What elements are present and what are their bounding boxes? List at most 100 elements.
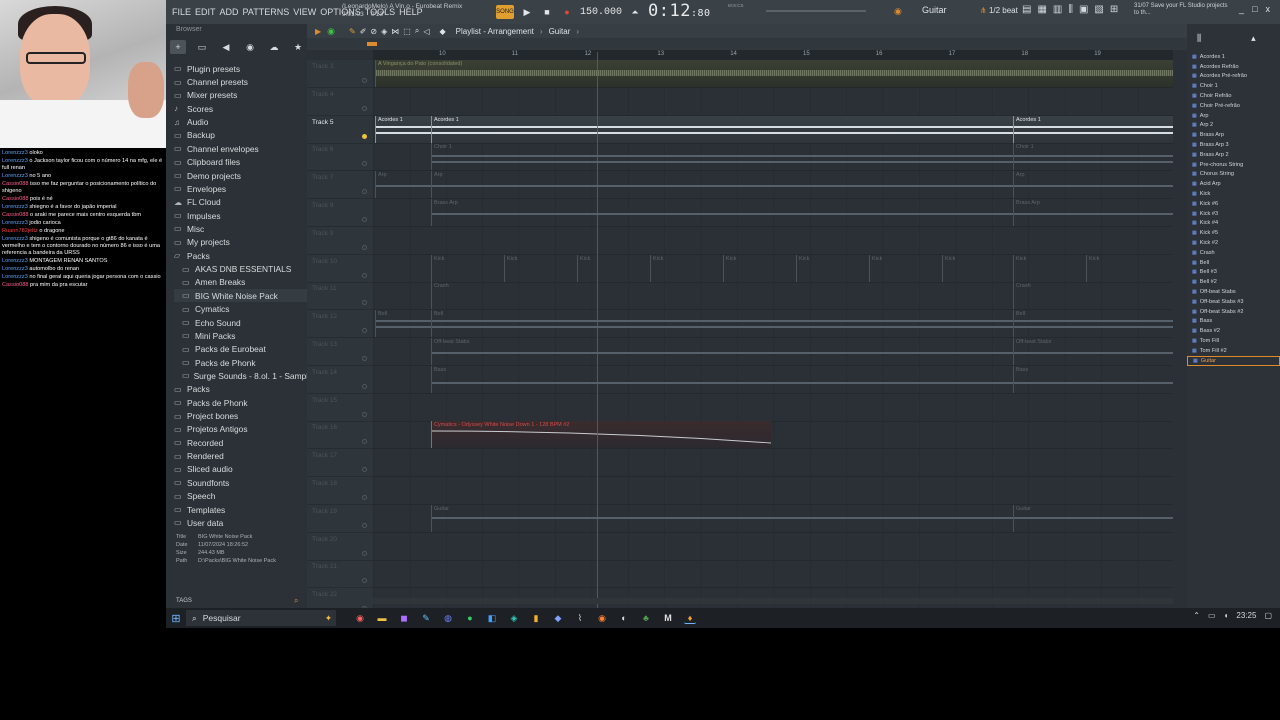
- track-header[interactable]: Track 13: [307, 338, 373, 366]
- clock[interactable]: 23:25: [1236, 611, 1256, 620]
- browser-back-icon[interactable]: ◀: [218, 40, 234, 54]
- chevron-up-icon[interactable]: ⌃: [1193, 611, 1200, 620]
- menu-edit[interactable]: EDIT: [193, 7, 218, 17]
- playlist-clip[interactable]: Kick: [431, 254, 504, 282]
- paint-tool-icon[interactable]: ✐: [360, 27, 367, 36]
- playlist-scrollbar-top[interactable]: [307, 38, 1187, 50]
- track-lane[interactable]: [373, 449, 1173, 478]
- close-icon[interactable]: x: [1266, 4, 1271, 14]
- picker-item[interactable]: ▦ Choir 1: [1187, 81, 1280, 91]
- picker-item[interactable]: ▦ Kick #3: [1187, 209, 1280, 219]
- playlist-clip[interactable]: Kick: [504, 254, 577, 282]
- track-mute-led-icon[interactable]: [362, 495, 367, 500]
- picker-item[interactable]: ▦ Bell #3: [1187, 268, 1280, 278]
- menu-view[interactable]: VIEW: [291, 7, 318, 17]
- menu-patterns[interactable]: PATTERNS: [241, 7, 292, 17]
- track-lane[interactable]: [373, 87, 1173, 116]
- playlist-clip[interactable]: Cymatics - Odyssey White Noise Down 1 - …: [431, 421, 771, 449]
- track-mute-led-icon[interactable]: [362, 244, 367, 250]
- select-tool-icon[interactable]: ⬚: [403, 27, 411, 36]
- playlist-clip[interactable]: Guitar: [1013, 504, 1173, 532]
- playlist-clip[interactable]: Off-beat Stabs: [431, 338, 1013, 365]
- playlist-clip[interactable]: A Vingança do Pato (consolidated): [375, 60, 1173, 87]
- browser-item[interactable]: ▭ Sliced audio: [174, 463, 307, 476]
- channel-rack-icon[interactable]: ▥: [1053, 4, 1062, 15]
- track-mute-led-icon[interactable]: [362, 78, 367, 83]
- picker-mode-icon[interactable]: ⫼: [1197, 33, 1201, 44]
- track-mute-led-icon[interactable]: [362, 189, 367, 195]
- browser-item[interactable]: ▭ Mixer presets: [174, 89, 307, 102]
- track-header[interactable]: Track 8: [307, 199, 373, 227]
- track-mute-led-icon[interactable]: [362, 356, 367, 361]
- timeline-ruler[interactable]: 10 11 12 13 14 15 16 17 18 19: [373, 50, 1173, 60]
- news-hint[interactable]: 31/07 Save your FL Studio projects to th…: [1134, 3, 1230, 17]
- browser-item[interactable]: ▭ Mini Packs: [174, 329, 307, 342]
- browser-icon[interactable]: ▧: [1094, 4, 1103, 15]
- playlist-clip[interactable]: Arp: [1013, 171, 1173, 199]
- picker-item[interactable]: ▦ Chorus String: [1187, 170, 1280, 180]
- taskbar-search-box[interactable]: ⌕ Pesquisar ✦: [186, 610, 336, 626]
- track-header[interactable]: Track 3: [307, 60, 373, 88]
- master-volume-bar[interactable]: [766, 10, 866, 12]
- app-m-icon[interactable]: M: [662, 612, 674, 624]
- obs-app-icon[interactable]: ◼: [398, 612, 410, 624]
- playlist-clip[interactable]: Bass: [1013, 365, 1173, 393]
- picker-item[interactable]: ▦ Crash: [1187, 248, 1280, 258]
- picker-item[interactable]: ▦ Pre-chorus String: [1187, 160, 1280, 170]
- network-icon[interactable]: ▭: [1208, 611, 1216, 620]
- browser-all-button[interactable]: +: [170, 40, 186, 54]
- play-pattern-icon[interactable]: ▶: [315, 27, 321, 36]
- track-mute-led-icon[interactable]: [362, 217, 367, 222]
- picker-item[interactable]: ▦ Off-beat Stabs: [1187, 287, 1280, 297]
- browser-item[interactable]: ▭ Surge Sounds - 8.ol. 1 - Samples: [174, 369, 307, 382]
- picker-item[interactable]: ▦ Bass #2: [1187, 326, 1280, 336]
- playlist-clip[interactable]: Crash: [431, 282, 1013, 310]
- pattern-song-toggle[interactable]: SONG: [496, 5, 514, 19]
- mixer-icon[interactable]: ⫼: [1068, 4, 1073, 15]
- playlist-clip[interactable]: Brass Arp: [431, 199, 1013, 226]
- browser-item[interactable]: ▭ Soundfonts: [174, 476, 307, 489]
- time-marker[interactable]: [367, 42, 377, 46]
- channel-selector[interactable]: Guitar: [922, 5, 947, 15]
- draw-tool-icon[interactable]: ✎: [349, 27, 356, 36]
- playlist-clip[interactable]: Brass Arp: [1013, 199, 1173, 226]
- browser-item[interactable]: ▭ Impulses: [174, 209, 307, 222]
- time-display[interactable]: 0:12:80: [648, 1, 711, 21]
- playlist-clip[interactable]: Kick: [942, 254, 1015, 282]
- picker-item[interactable]: ▦ Guitar: [1187, 355, 1280, 366]
- picker-item[interactable]: ▦ Acordes 1: [1187, 52, 1280, 62]
- slice-tool-icon[interactable]: ⋈: [391, 27, 399, 36]
- browser-item[interactable]: ▭ Packs de Phonk: [174, 356, 307, 369]
- browser-item[interactable]: ▭ AKAS DNB ESSENTIALS: [174, 262, 307, 275]
- browser-item[interactable]: ♫ Audio: [174, 115, 307, 128]
- stop-icon[interactable]: ■: [540, 5, 554, 19]
- track-header[interactable]: Track 18: [307, 477, 373, 505]
- playlist-clip[interactable]: Bell: [1013, 310, 1173, 338]
- browser-current-project-icon[interactable]: ▭: [194, 40, 210, 54]
- track-lane[interactable]: [373, 226, 1173, 255]
- picker-item[interactable]: ▦ Off-beat Stabs #3: [1187, 297, 1280, 307]
- picker-item[interactable]: ▦ Bell: [1187, 258, 1280, 268]
- picker-item[interactable]: ▦ Brass Arp: [1187, 130, 1280, 140]
- browser-item[interactable]: ▭ My projects: [174, 236, 307, 249]
- picker-scroll-icon[interactable]: ▴: [1251, 33, 1256, 44]
- playlist-icon[interactable]: ▤: [1022, 4, 1031, 15]
- picker-item[interactable]: ▦ Brass Arp 3: [1187, 140, 1280, 150]
- track-mute-led-icon[interactable]: [362, 467, 367, 473]
- browser-item[interactable]: ▭ Clipboard files: [174, 156, 307, 169]
- tags-label[interactable]: TAGS: [176, 598, 192, 604]
- browser-item[interactable]: ☁ FL Cloud: [174, 196, 307, 209]
- browser-item[interactable]: ▭ Rendered: [174, 449, 307, 462]
- track-header[interactable]: Track 10: [307, 255, 373, 283]
- browser-favorites-icon[interactable]: ★: [290, 40, 306, 54]
- track-header[interactable]: Track 22: [307, 588, 373, 608]
- record-icon[interactable]: ●: [560, 5, 574, 19]
- track-mute-led-icon[interactable]: [362, 383, 367, 389]
- picker-item[interactable]: ▦ Off-beat Stabs #2: [1187, 307, 1280, 317]
- track-header[interactable]: Track 5: [307, 116, 373, 144]
- playlist-breadcrumb-pattern[interactable]: Guitar: [549, 27, 571, 36]
- track-header[interactable]: Track 21: [307, 560, 373, 589]
- browser-plugin-db-icon[interactable]: ◉: [242, 40, 258, 54]
- picker-item[interactable]: ▦ Acordes Refrão: [1187, 62, 1280, 72]
- track-mute-led-icon[interactable]: [362, 272, 367, 278]
